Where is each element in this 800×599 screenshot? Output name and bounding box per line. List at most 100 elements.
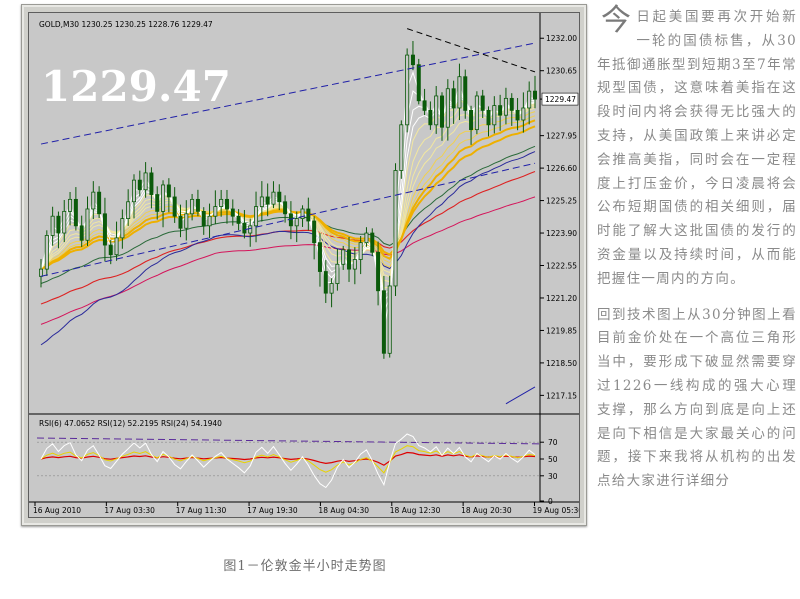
time-tick-label: 17 Aug 03:30 [104, 506, 155, 515]
candle-body [399, 124, 404, 171]
candle-body [393, 170, 398, 287]
paragraph-1-text: 日起美国要再次开始新一轮的国债标售，从30年抵御通胀型到短期3至7年常规型国债，… [597, 9, 797, 287]
price-tick-label: 1222.55 [546, 262, 577, 271]
candle-body [503, 97, 508, 116]
candle-body [294, 218, 299, 227]
candle-body [161, 184, 166, 212]
candle-body [515, 109, 520, 121]
candle-body [445, 88, 450, 128]
price-tick-label: 1226.60 [546, 164, 577, 173]
candle-body [50, 215, 55, 236]
time-tick-label: 18 Aug 20:30 [461, 506, 512, 515]
candle-body [184, 213, 189, 229]
candle-body [358, 242, 363, 260]
candle-body [207, 215, 212, 227]
candle-body [335, 263, 340, 284]
candle-body [236, 215, 241, 224]
candle-body [271, 191, 276, 205]
rsi-tick-label: 70 [548, 438, 558, 447]
chart-panel: GOLD,M30 1230.25 1230.25 1228.76 1229.47… [28, 12, 580, 518]
price-tick-label: 1221.20 [546, 294, 577, 303]
chart-caption: 图1－伦敦金半小时走势图 [223, 559, 387, 574]
candle-body [85, 208, 90, 241]
candle-body [410, 54, 415, 66]
candle-body [370, 232, 375, 253]
candle-body [114, 237, 119, 256]
price-tick-label: 1219.85 [546, 326, 577, 335]
candle-body [451, 88, 456, 109]
candle-body [312, 220, 317, 244]
candle-body [73, 198, 78, 227]
price-tick-label: 1223.90 [546, 229, 577, 238]
candle-body [131, 179, 136, 203]
candle-body [376, 251, 381, 292]
candle-body [149, 172, 154, 195]
time-tick-label: 18 Aug 12:30 [390, 506, 441, 515]
candle-body [509, 97, 514, 111]
candle-body [143, 172, 148, 191]
candle-body [79, 225, 84, 241]
candle-body [68, 198, 73, 212]
candle-body [120, 218, 125, 239]
candle-body [440, 95, 445, 128]
time-tick-label: 17 Aug 19:30 [247, 506, 298, 515]
price-tick-label: 1227.95 [546, 132, 577, 141]
candle-body [178, 215, 183, 229]
candle-body [492, 105, 497, 126]
article-text: 今日起美国要再次开始新一轮的国债标售，从30年抵御通胀型到短期3至7年常规型国债… [597, 6, 797, 494]
candle-body [172, 196, 177, 217]
candle-body [259, 196, 264, 207]
candle-body [224, 198, 229, 210]
candle-body [91, 191, 96, 210]
price-tick-label: 1232.00 [546, 34, 577, 43]
candle-body [230, 208, 235, 217]
article-paragraph-1: 今日起美国要再次开始新一轮的国债标售，从30年抵御通胀型到短期3至7年常规型国债… [597, 6, 797, 292]
candle-body [201, 210, 206, 227]
price-tick-label: 1218.50 [546, 359, 577, 368]
rsi-tick-label: 50 [548, 455, 558, 464]
overlay-price: 1229.47 [41, 62, 231, 111]
candle-body [457, 76, 462, 109]
candle-body [381, 290, 386, 354]
candle-body [195, 198, 200, 212]
candle-body [108, 244, 113, 256]
candle-body [190, 198, 195, 215]
candle-body [137, 179, 142, 191]
candle-body [38, 268, 43, 277]
candle-body [323, 271, 328, 294]
candle-body [416, 64, 421, 102]
candle-body [126, 201, 131, 220]
candle-body [265, 196, 270, 205]
candle-body [44, 235, 49, 270]
candle-body [341, 249, 346, 265]
candle-body [213, 206, 218, 217]
time-tick-label: 16 Aug 2010 [33, 506, 81, 515]
candle-body [527, 90, 532, 109]
candle-body [498, 105, 503, 116]
candle-body [97, 191, 102, 215]
time-tick-label: 18 Aug 04:30 [318, 506, 369, 515]
candle-body [521, 107, 526, 121]
candle-body [422, 100, 427, 111]
candle-body [242, 223, 247, 234]
time-tick-label: 17 Aug 11:30 [176, 506, 227, 515]
candle-body [155, 194, 160, 212]
dropcap: 今 [601, 3, 633, 38]
candle-body [474, 95, 479, 131]
candle-body [469, 109, 474, 131]
candle-body [166, 184, 171, 198]
candle-body [480, 95, 485, 111]
candle-body [329, 283, 334, 294]
candle-body [283, 201, 288, 215]
candle-body [532, 90, 537, 100]
price-tick-label: 1230.65 [546, 67, 577, 76]
candle-body [347, 249, 352, 270]
candle-body [352, 259, 357, 270]
candle-body [277, 191, 282, 203]
candle-body [405, 54, 410, 126]
article-paragraph-2: 回到技术图上从30分钟图上看目前金价处在一个高位三角形当中，要形成下破显然需要穿… [597, 306, 797, 490]
candle-body [364, 232, 369, 244]
candle-body [219, 198, 224, 207]
price-tick-label: 1225.25 [546, 197, 577, 206]
candle-body [428, 109, 433, 126]
